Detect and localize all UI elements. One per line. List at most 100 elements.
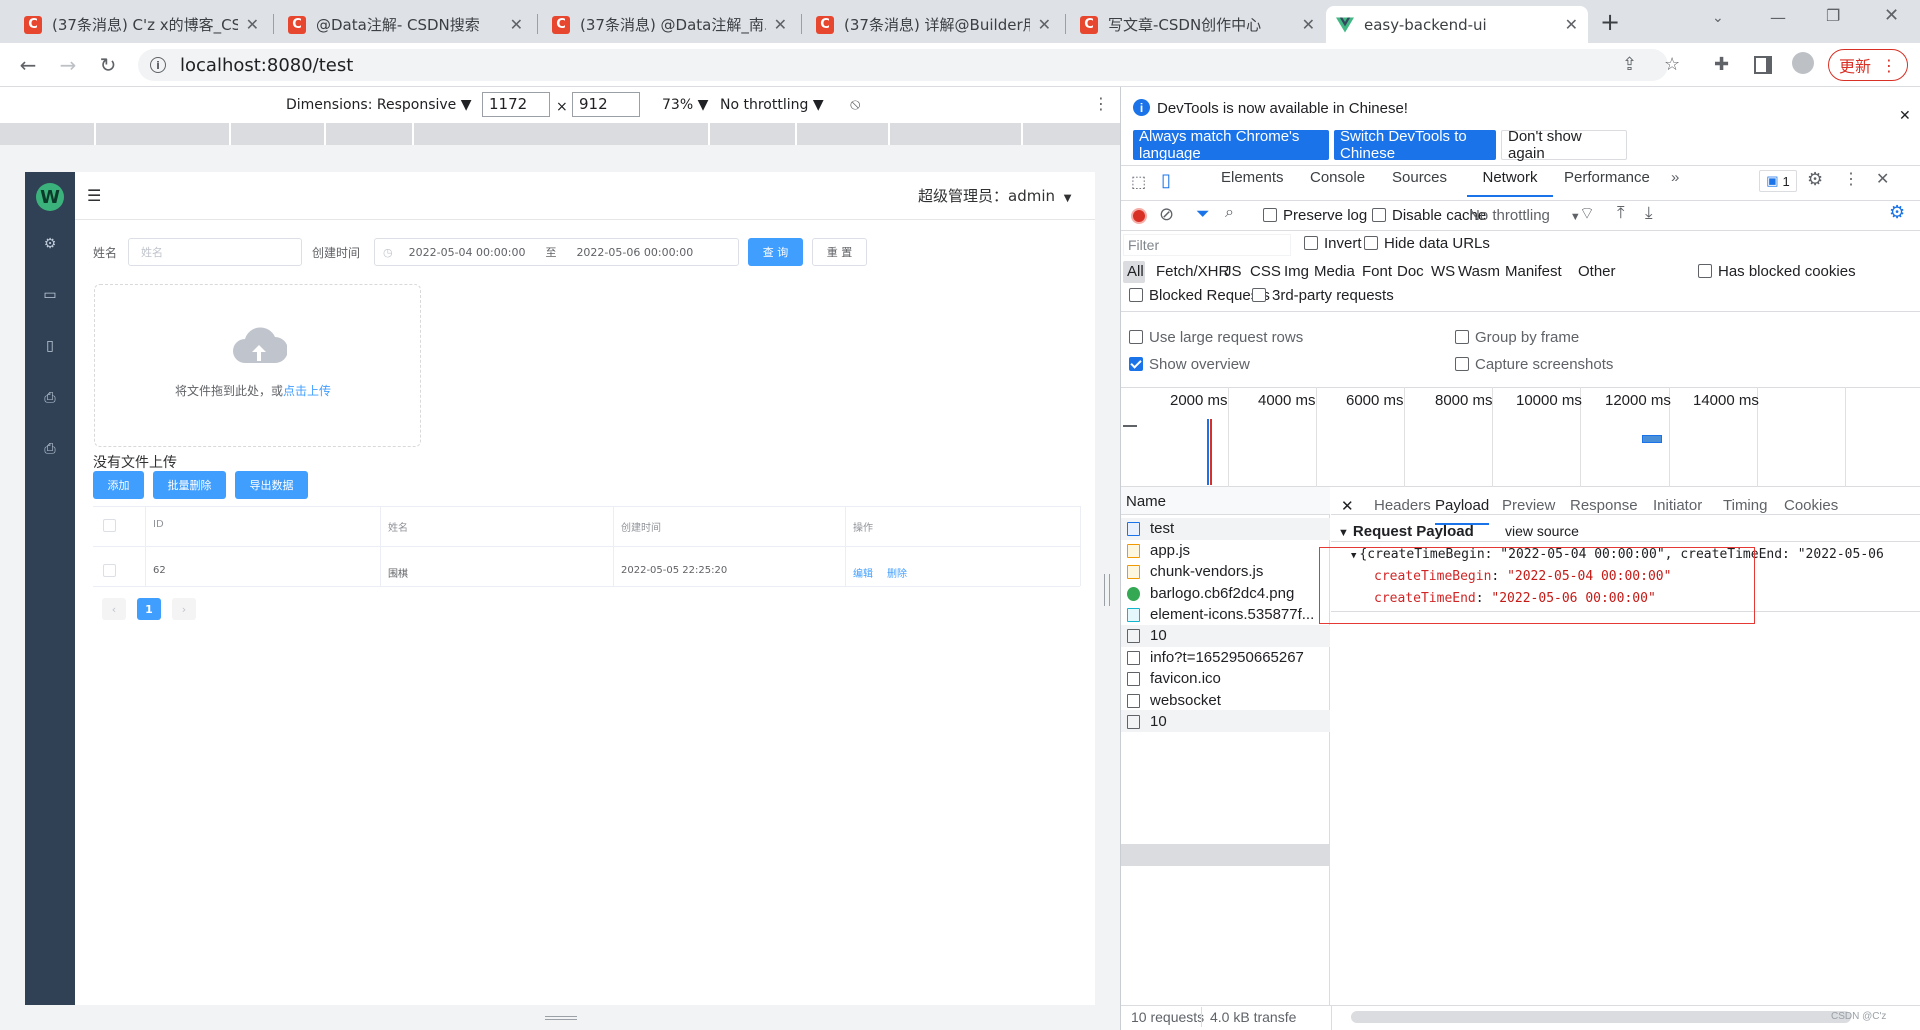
browser-tab-4[interactable]: C (37条消息) 详解@Builder用... ✕ xyxy=(806,6,1061,43)
site-info-icon[interactable]: i xyxy=(150,57,166,73)
window-close-icon[interactable]: ✕ xyxy=(1884,5,1899,26)
detail-tab-headers[interactable]: Headers xyxy=(1374,497,1431,525)
zoom-dropdown[interactable]: 73% ▼ xyxy=(662,97,708,113)
hide-data-urls-checkbox[interactable]: Hide data URLs xyxy=(1364,235,1490,252)
extensions-icon[interactable]: ✚ xyxy=(1714,54,1729,75)
request-row[interactable]: favicon.ico xyxy=(1127,670,1221,687)
export-har-icon[interactable]: ⤓ xyxy=(1645,203,1653,223)
preserve-log-checkbox[interactable]: Preserve log xyxy=(1263,207,1367,224)
more-options-icon[interactable]: ⋮ xyxy=(1093,94,1109,113)
back-icon[interactable]: ← xyxy=(14,51,42,79)
request-row[interactable]: info?t=1652950665267 xyxy=(1127,649,1304,666)
type-filter-css[interactable]: CSS xyxy=(1250,263,1281,280)
close-icon[interactable]: ✕ xyxy=(1565,15,1578,34)
upload-link[interactable]: 点击上传 xyxy=(283,384,331,398)
prev-page-button[interactable]: ‹ xyxy=(102,598,126,620)
viewport-resize-handle[interactable] xyxy=(545,1016,577,1020)
dimensions-dropdown[interactable]: Dimensions: Responsive ▼ xyxy=(286,97,472,113)
blocked-requests-checkbox[interactable]: Blocked Requests xyxy=(1129,287,1270,304)
reload-icon[interactable]: ↻ xyxy=(94,51,122,79)
search-icon[interactable]: ⌕ xyxy=(1225,204,1234,222)
type-filter-wasm[interactable]: Wasm xyxy=(1458,263,1500,280)
sidebar-item-printer-2[interactable]: ⎙ xyxy=(40,439,60,459)
switch-chinese-button[interactable]: Switch DevTools to Chinese xyxy=(1334,128,1496,162)
tab-network[interactable]: Network xyxy=(1467,169,1553,197)
user-dropdown[interactable]: 超级管理员：admin ▼ xyxy=(918,185,1072,206)
share-icon[interactable]: ⇪ xyxy=(1622,54,1637,75)
throttling-select[interactable]: No throttling ▼ xyxy=(1469,207,1581,224)
row-checkbox[interactable] xyxy=(103,564,116,577)
detail-tab-response[interactable]: Response xyxy=(1570,497,1638,525)
sidebar-item-bookmark[interactable]: ▯ xyxy=(40,336,60,356)
import-har-icon[interactable]: ⤒ xyxy=(1617,203,1625,223)
type-filter-fetch[interactable]: Fetch/XHR xyxy=(1156,263,1229,280)
sidebar-item-monitor[interactable]: ▭ xyxy=(40,285,60,305)
side-panel-icon[interactable] xyxy=(1754,56,1772,74)
banner-close-icon[interactable]: ✕ xyxy=(1899,107,1911,124)
browser-tab-2[interactable]: C @Data注解- CSDN搜索 ✕ xyxy=(278,6,533,43)
filter-input[interactable]: Filter xyxy=(1123,234,1291,256)
clear-icon[interactable]: ⊘ xyxy=(1159,204,1174,225)
bookmark-star-icon[interactable]: ☆ xyxy=(1664,54,1680,75)
request-row[interactable]: barlogo.cb6f2dc4.png xyxy=(1127,585,1294,602)
network-conditions-icon[interactable]: ⌔ xyxy=(1579,203,1595,224)
browser-tab-5[interactable]: C 写文章-CSDN创作中心 ✕ xyxy=(1070,6,1325,43)
add-button[interactable]: 添加 xyxy=(93,471,144,499)
request-row[interactable]: websocket xyxy=(1127,692,1221,709)
minimize-icon[interactable]: — xyxy=(1770,8,1786,27)
type-filter-img[interactable]: Img xyxy=(1284,263,1309,280)
has-blocked-cookies-checkbox[interactable]: Has blocked cookies xyxy=(1698,263,1856,280)
name-column-header[interactable]: Name xyxy=(1126,493,1166,510)
restore-icon[interactable]: ❐ xyxy=(1826,6,1840,25)
type-filter-manifest[interactable]: Manifest xyxy=(1505,263,1562,280)
close-icon[interactable]: ✕ xyxy=(774,15,787,34)
media-query-ruler[interactable] xyxy=(0,123,1120,145)
detail-tab-cookies[interactable]: Cookies xyxy=(1784,497,1838,525)
new-tab-icon[interactable]: + xyxy=(1600,8,1620,36)
select-all-checkbox[interactable] xyxy=(103,519,116,532)
record-icon[interactable] xyxy=(1131,208,1147,224)
tab-search-icon[interactable]: ⌄ xyxy=(1712,10,1724,26)
match-language-button[interactable]: Always match Chrome's language xyxy=(1133,128,1329,162)
horizontal-scrollbar[interactable] xyxy=(1351,1011,1851,1023)
invert-checkbox[interactable]: Invert xyxy=(1304,235,1362,252)
type-filter-media[interactable]: Media xyxy=(1314,263,1355,280)
sidebar-item-printer[interactable]: ⎙ xyxy=(40,388,60,408)
tab-sources[interactable]: Sources xyxy=(1392,169,1447,197)
inspect-icon[interactable]: ⬚ xyxy=(1131,172,1146,192)
browser-tab-3[interactable]: C (37条消息) @Data注解_南... ✕ xyxy=(542,6,797,43)
view-source-link[interactable]: view source xyxy=(1505,523,1579,539)
request-row[interactable]: 10 xyxy=(1127,627,1167,644)
throttling-dropdown[interactable]: No throttling ▼ xyxy=(720,97,824,113)
more-tabs-icon[interactable]: » xyxy=(1671,169,1679,186)
device-mode-icon[interactable]: ▯ xyxy=(1161,170,1171,191)
next-page-button[interactable]: › xyxy=(172,598,196,620)
type-filter-doc[interactable]: Doc xyxy=(1397,263,1424,280)
request-row[interactable]: 10 xyxy=(1127,713,1167,730)
profile-avatar-icon[interactable] xyxy=(1792,52,1814,74)
issues-badge[interactable]: ▣ 1 xyxy=(1759,170,1797,192)
edit-link[interactable]: 编辑 xyxy=(853,565,873,580)
date-range-picker[interactable]: ◷ 2022-05-04 00:00:00 至 2022-05-06 00:00… xyxy=(374,238,739,266)
request-row[interactable]: element-icons.535877f... xyxy=(1127,606,1314,623)
url-bar[interactable]: i localhost:8080/test xyxy=(138,49,1668,81)
capture-screenshots-checkbox[interactable]: Capture screenshots xyxy=(1455,356,1613,373)
sidebar-item-settings[interactable]: ⚙ xyxy=(40,234,60,254)
close-icon[interactable]: ✕ xyxy=(246,15,259,34)
height-input[interactable]: 912 xyxy=(572,92,640,117)
batch-delete-button[interactable]: 批量删除 xyxy=(153,471,226,499)
detail-tab-preview[interactable]: Preview xyxy=(1502,497,1555,525)
name-input[interactable]: 姓名 xyxy=(128,238,302,266)
menu-fold-icon[interactable]: ☰ xyxy=(87,186,101,205)
close-icon[interactable]: ✕ xyxy=(1302,15,1315,34)
query-button[interactable]: 查 询 xyxy=(748,238,803,266)
third-party-checkbox[interactable]: 3rd-party requests xyxy=(1252,287,1394,304)
detail-tab-timing[interactable]: Timing xyxy=(1723,497,1767,525)
type-filter-js[interactable]: JS xyxy=(1224,263,1242,280)
browser-tab-1[interactable]: C (37条消息) C'z x的博客_CSDN ✕ xyxy=(14,6,269,43)
settings-gear-icon[interactable]: ⚙ xyxy=(1807,169,1823,190)
dont-show-again-button[interactable]: Don't show again xyxy=(1501,128,1627,162)
browser-tab-active[interactable]: easy-backend-ui ✕ xyxy=(1326,6,1588,43)
width-input[interactable]: 1172 xyxy=(482,92,550,117)
detail-tab-initiator[interactable]: Initiator xyxy=(1653,497,1702,525)
